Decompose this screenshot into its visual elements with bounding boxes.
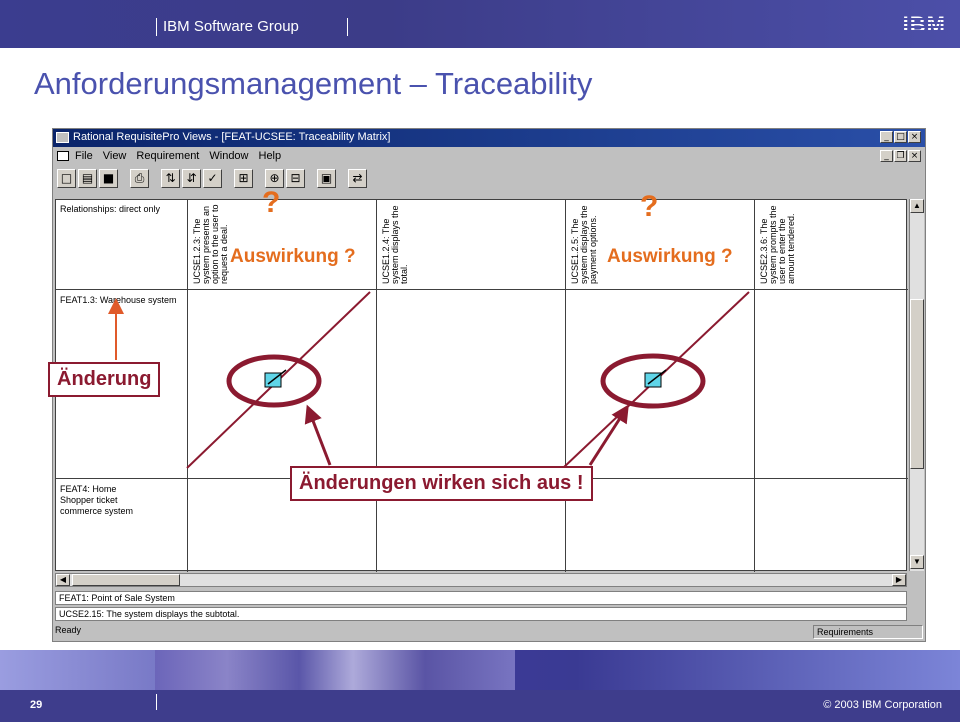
window-controls: _ □ × (880, 131, 921, 143)
header-separator (156, 18, 157, 36)
matrix-corner: Relationships: direct only (60, 204, 161, 214)
scroll-thumb[interactable] (72, 574, 180, 586)
menu-view[interactable]: View (103, 150, 127, 162)
sort-icon[interactable]: ⇵ (182, 169, 201, 188)
menu-file[interactable]: File (75, 150, 93, 162)
new-icon[interactable]: □ (57, 169, 76, 188)
vertical-scrollbar[interactable]: ▲ ▼ (909, 199, 924, 571)
status-requirements: Requirements (813, 625, 923, 639)
open-icon[interactable]: ▤ (78, 169, 97, 188)
status-text: Ready (55, 625, 82, 635)
scroll-left-icon[interactable]: ◀ (56, 574, 70, 586)
save-icon[interactable]: ■ (99, 169, 118, 188)
sort-order-icon[interactable]: ⇄ (348, 169, 367, 188)
requisitepro-window: Rational RequisitePro Views - [FEAT-UCSE… (52, 128, 926, 642)
row-header[interactable]: FEAT4: Home Shopper ticket commerce syst… (60, 484, 150, 517)
slide-title: Anforderungsmanagement – Traceability (34, 66, 593, 101)
header-separator (347, 18, 348, 36)
toolbar: □ ▤ ■ ⎙ ⇅ ⇵ ✓ ⊞ ⊕ ⊟ ▣ ⇄ (57, 169, 367, 188)
row-header[interactable]: FEAT1.3: Warehouse system (60, 295, 182, 306)
query-icon[interactable]: ✓ (203, 169, 222, 188)
grid-icon[interactable]: ⊞ (234, 169, 253, 188)
copyright: © 2003 IBM Corporation (823, 699, 942, 711)
app-title: Rational RequisitePro Views - [FEAT-UCSE… (73, 131, 391, 143)
effect-callout: Änderungen wirken sich aus ! (290, 466, 593, 501)
scroll-up-icon[interactable]: ▲ (910, 199, 924, 213)
doc-restore-button[interactable]: ❐ (894, 150, 907, 162)
horizontal-scrollbar[interactable]: ◀ ▶ (55, 573, 907, 587)
column-header[interactable]: UCSE2.3.6: The system prompts the user t… (759, 204, 796, 284)
filter-icon[interactable]: ⇅ (161, 169, 180, 188)
traceability-matrix: Relationships: direct only UCSE1.2.3: Th… (55, 199, 908, 572)
menu-window[interactable]: Window (209, 150, 248, 162)
app-icon (56, 132, 69, 143)
close-button[interactable]: × (908, 131, 921, 143)
column-header[interactable]: UCSE1.2.3: The system presents an option… (192, 204, 229, 284)
doc-minimize-button[interactable]: _ (880, 150, 893, 162)
question-mark: ? (262, 186, 281, 219)
scroll-thumb[interactable] (910, 299, 924, 469)
question-mark: ? (640, 190, 659, 223)
slide-header-bar: IBM Software Group IBM (0, 0, 960, 48)
change-callout: Änderung (48, 362, 161, 397)
scroll-right-icon[interactable]: ▶ (892, 574, 906, 586)
group-label: IBM Software Group (163, 18, 299, 35)
app-titlebar: Rational RequisitePro Views - [FEAT-UCSE… (53, 129, 925, 147)
page-number: 29 (30, 699, 43, 711)
impact-label: Auswirkung ? (607, 246, 733, 268)
menu-bar: File View Requirement Window Help _ ❐ × (53, 148, 925, 165)
ibm-logo: IBM (902, 12, 946, 37)
footer-photo-collage (155, 650, 515, 690)
footer-separator (156, 694, 157, 710)
column-header[interactable]: UCSE1.2.4: The system displays the total… (381, 204, 409, 284)
menu-requirement[interactable]: Requirement (136, 150, 199, 162)
collapse-icon[interactable]: ⊟ (286, 169, 305, 188)
requirement-info-line: FEAT1: Point of Sale System (55, 591, 907, 605)
doc-close-button[interactable]: × (908, 150, 921, 162)
minimize-button[interactable]: _ (880, 131, 893, 143)
column-header[interactable]: UCSE1.2.5: The system displays the payme… (570, 204, 598, 284)
maximize-button[interactable]: □ (894, 131, 907, 143)
menu-help[interactable]: Help (259, 150, 282, 162)
status-bar: Ready Requirements (55, 625, 923, 640)
display-icon[interactable]: ▣ (317, 169, 336, 188)
document-icon[interactable] (57, 151, 69, 161)
print-icon[interactable]: ⎙ (130, 169, 149, 188)
document-controls: _ ❐ × (880, 150, 921, 162)
requirement-info-line: UCSE2.15: The system displays the subtot… (55, 607, 907, 621)
impact-label: Auswirkung ? (230, 246, 356, 268)
footer-bar: 29 © 2003 IBM Corporation (0, 690, 960, 722)
scroll-down-icon[interactable]: ▼ (910, 555, 924, 569)
